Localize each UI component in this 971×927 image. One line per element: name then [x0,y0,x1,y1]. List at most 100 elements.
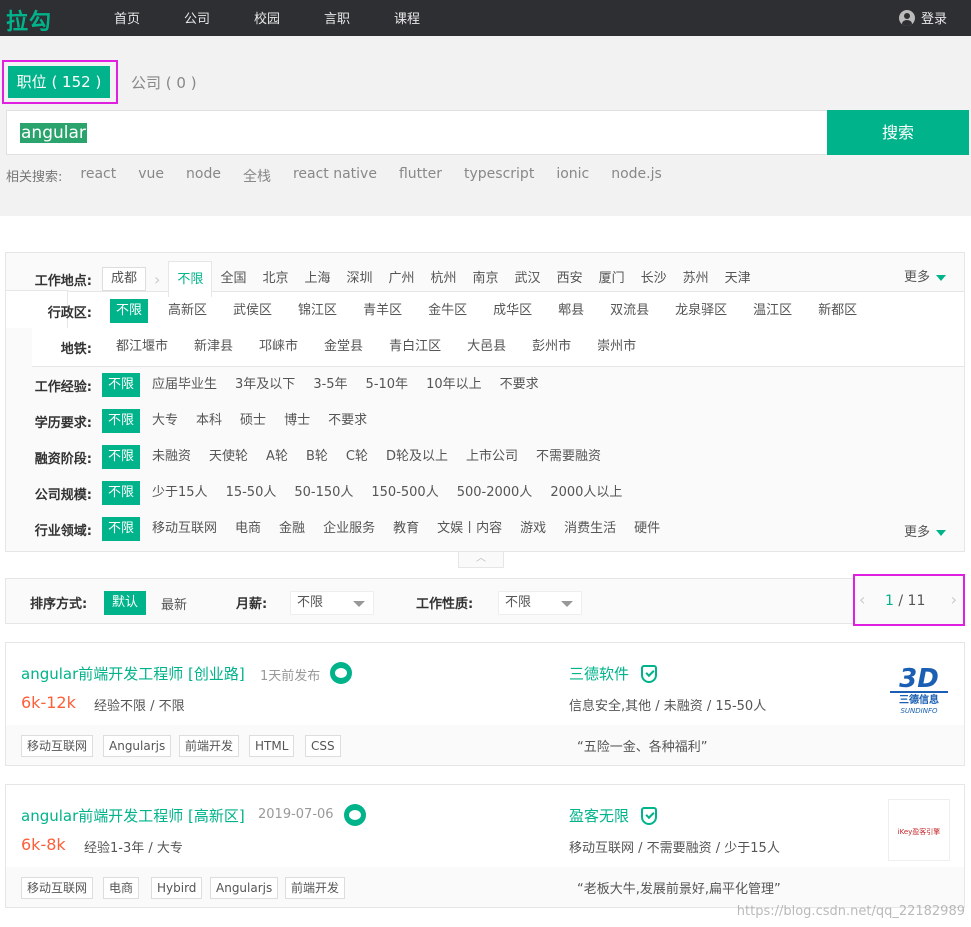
size-option[interactable]: 2000人以上 [544,481,628,505]
city-option[interactable]: 北京 [254,267,296,291]
city-selector[interactable]: 成都 [102,267,147,291]
job-title-link[interactable]: angular前端开发工程师 [创业路] [21,663,245,684]
district-option[interactable]: 锦江区 [292,299,343,323]
size-option[interactable]: 少于15人 [146,481,214,505]
related-item[interactable]: node [186,166,221,186]
sort-newest-button[interactable]: 最新 [161,594,187,613]
related-item[interactable]: vue [138,166,164,186]
related-item[interactable]: ionic [556,166,589,186]
metro-option[interactable]: 崇州市 [591,335,642,359]
collapse-filters-button[interactable]: ︿ [458,552,504,568]
tab-jobs[interactable]: 职位 ( 152 ) [8,66,110,98]
site-logo[interactable]: 拉勾 [6,4,52,36]
city-option[interactable]: 南京 [465,267,507,291]
more-cities-button[interactable]: 更多 [904,266,946,285]
company-name-link[interactable]: 盈客无限 [569,805,629,826]
related-item[interactable]: flutter [399,166,442,186]
chevron-left-icon[interactable]: ‹ [859,590,865,609]
funding-option[interactable]: B轮 [300,445,334,469]
district-option[interactable]: 新都区 [812,299,863,323]
related-item[interactable]: react [80,166,116,186]
nav-campus[interactable]: 校园 [254,8,280,27]
industry-option[interactable]: 移动互联网 [146,517,223,541]
metro-option[interactable]: 彭州市 [526,335,577,359]
search-button[interactable]: 搜索 [827,110,969,155]
industry-option[interactable]: 消费生活 [558,517,622,541]
district-option[interactable]: 高新区 [162,299,213,323]
company-name-link[interactable]: 三德软件 [569,663,629,684]
industry-option[interactable]: 硬件 [628,517,666,541]
experience-option-selected[interactable]: 不限 [102,373,141,397]
size-option[interactable]: 150-500人 [365,481,444,505]
tab-company[interactable]: 公司 ( 0 ) [131,72,197,93]
industry-option-selected[interactable]: 不限 [102,517,141,541]
job-card[interactable]: angular前端开发工程师 [创业路] 1天前发布 6k-12k 经验不限 /… [5,642,965,766]
job-title-link[interactable]: angular前端开发工程师 [高新区] [21,805,245,826]
funding-option[interactable]: C轮 [340,445,374,469]
district-option[interactable]: 青羊区 [357,299,408,323]
city-option[interactable]: 杭州 [423,267,465,291]
company-logo[interactable]: 3D 三德信息 SUNDINFO [888,657,950,719]
job-nature-select[interactable]: 不限 [498,591,582,615]
city-option-selected[interactable]: 不限 [168,261,213,297]
education-option-selected[interactable]: 不限 [102,409,141,433]
login-button[interactable]: 登录 [898,8,947,27]
industry-option[interactable]: 金融 [273,517,311,541]
education-option[interactable]: 博士 [278,409,316,433]
chat-icon[interactable] [330,662,352,684]
district-option[interactable]: 温江区 [747,299,798,323]
city-option[interactable]: 长沙 [633,267,675,291]
sort-default-button[interactable]: 默认 [104,591,147,615]
industry-option[interactable]: 文娱丨内容 [431,517,508,541]
chat-icon[interactable] [344,804,366,826]
size-option[interactable]: 500-2000人 [451,481,539,505]
experience-option[interactable]: 10年以上 [420,373,488,397]
experience-option[interactable]: 5-10年 [360,373,415,397]
funding-option-selected[interactable]: 不限 [102,445,141,469]
size-option-selected[interactable]: 不限 [102,481,141,505]
district-option[interactable]: 金牛区 [422,299,473,323]
funding-option[interactable]: 不需要融资 [530,445,607,469]
metro-option[interactable]: 邛崃市 [253,335,304,359]
funding-option[interactable]: D轮及以上 [380,445,454,469]
funding-option[interactable]: 上市公司 [460,445,524,469]
city-option[interactable]: 苏州 [675,267,717,291]
city-option[interactable]: 西安 [549,267,591,291]
related-item[interactable]: typescript [464,166,534,186]
metro-option[interactable]: 金堂县 [318,335,369,359]
experience-option[interactable]: 3年及以下 [229,373,301,397]
metro-option[interactable]: 青白江区 [383,335,447,359]
city-option[interactable]: 深圳 [338,267,380,291]
experience-option[interactable]: 3-5年 [307,373,353,397]
district-option-selected[interactable]: 不限 [110,299,149,323]
search-input[interactable]: angular [6,110,828,155]
district-option[interactable]: 成华区 [487,299,538,323]
salary-select[interactable]: 不限 [290,591,374,615]
size-option[interactable]: 50-150人 [288,481,359,505]
nav-company[interactable]: 公司 [184,8,210,27]
city-option[interactable]: 厦门 [591,267,633,291]
district-option[interactable]: 郫县 [552,299,590,323]
related-item[interactable]: 全栈 [243,166,271,186]
experience-option[interactable]: 不要求 [494,373,545,397]
industry-option[interactable]: 教育 [387,517,425,541]
nav-home[interactable]: 首页 [114,8,140,27]
size-option[interactable]: 15-50人 [220,481,283,505]
education-option[interactable]: 硕士 [234,409,272,433]
metro-option[interactable]: 大邑县 [461,335,512,359]
city-option[interactable]: 上海 [296,267,338,291]
city-option[interactable]: 天津 [717,267,759,291]
industry-option[interactable]: 电商 [229,517,267,541]
city-option[interactable]: 广州 [381,267,423,291]
metro-option[interactable]: 都江堰市 [110,335,174,359]
education-option[interactable]: 不要求 [322,409,373,433]
nav-courses[interactable]: 课程 [394,8,420,27]
company-logo[interactable]: iKey盈客引擎 [888,799,950,861]
education-option[interactable]: 大专 [146,409,184,433]
funding-option[interactable]: A轮 [260,445,294,469]
nav-yanzhi[interactable]: 言职 [324,8,350,27]
metro-option[interactable]: 新津县 [188,335,239,359]
city-option[interactable]: 武汉 [507,267,549,291]
chevron-right-icon[interactable]: › [951,590,957,609]
district-option[interactable]: 双流县 [604,299,655,323]
